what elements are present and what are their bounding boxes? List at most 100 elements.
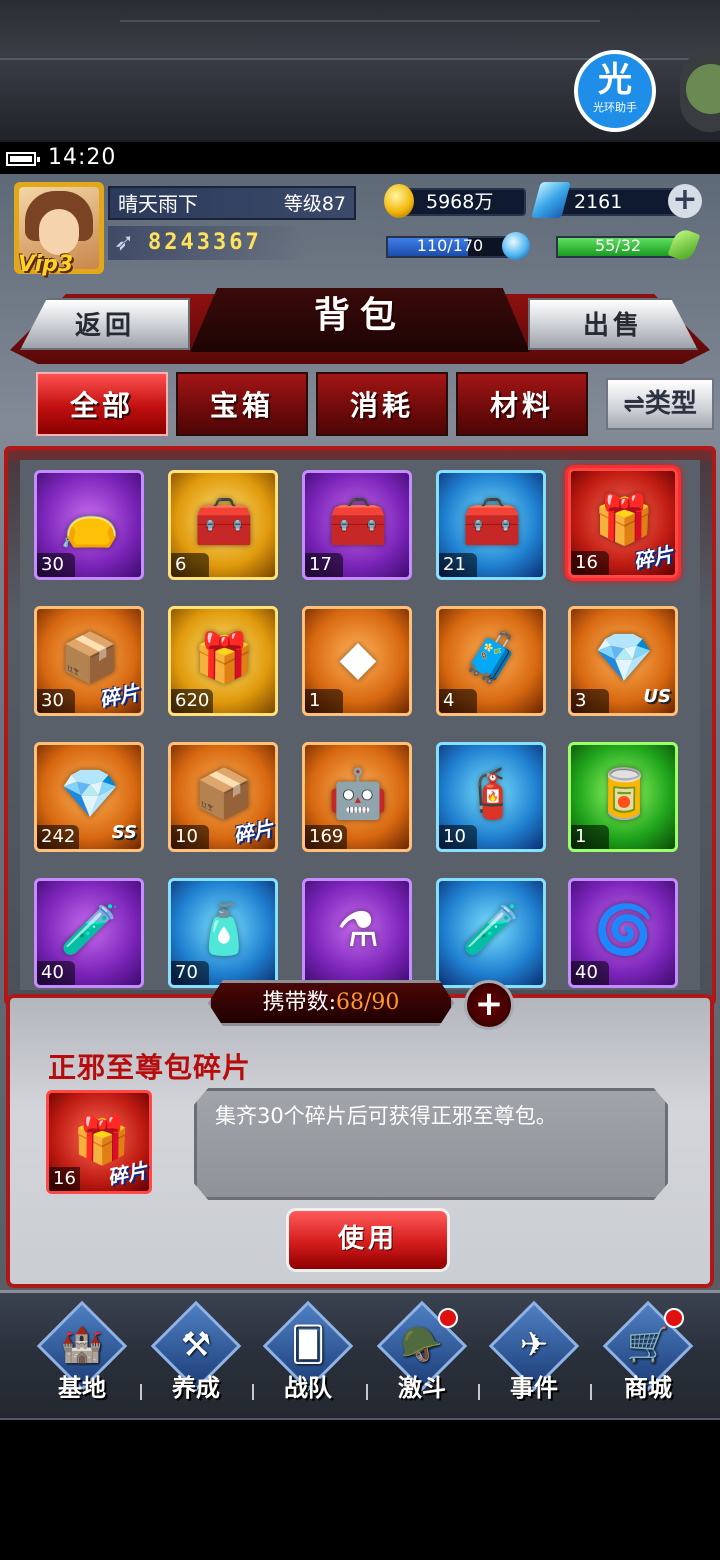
helper-assistant-button[interactable]: 光 光环助手 [574,50,656,132]
inventory-grid[interactable]: 👝 30 🧰 6 🧰 17 🧰 21 🎁 16 碎片 📦 30 碎片 🎁 620… [20,460,700,990]
wing-power-icon: ➶ [114,228,135,256]
item-slot[interactable]: 🎁 620 [168,606,278,716]
type-filter-button[interactable]: ⇌类型 [606,378,714,430]
blue-flask-icon: ⚗ [336,902,380,958]
selected-item-icon: 🎁 16 碎片 [46,1090,152,1194]
item-slot[interactable]: 📦 10 碎片 [168,742,278,852]
item-count: 4 [439,689,477,713]
silver-chest-icon: 🧰 [328,494,388,550]
item-slot[interactable]: 🥫 1 [568,742,678,852]
item-slot[interactable]: 📦 30 碎片 [34,606,144,716]
item-count: 3 [571,689,609,713]
gold-value: 5968万 [426,191,494,213]
item-slot[interactable]: 🧪 40 [34,878,144,988]
item-slot[interactable]: 🧳 4 [436,606,546,716]
item-count: 1 [305,689,343,713]
item-slot[interactable]: 🌀 40 [568,878,678,988]
floating-side-widget[interactable] [680,50,720,132]
stamina-value: 55/32 [594,236,642,255]
item-count: 16 [49,1167,80,1191]
helper-label: 光环助手 [593,101,637,114]
item-count: 30 [37,689,75,713]
item-count: 620 [171,689,214,713]
player-level: 等级87 [283,193,346,215]
item-slot[interactable]: 🧰 21 [436,470,546,580]
item-count: 21 [439,553,477,577]
page-title: 背包 [313,295,406,336]
item-slot-selected[interactable]: 🎁 16 碎片 [568,468,678,578]
nav-label: 激斗 [398,1374,446,1402]
green-vial-icon: 🧴 [194,902,254,958]
nav-shop[interactable]: 🛒 商城 [598,1300,698,1418]
grade-tag: US [643,686,671,707]
event-icon: ✈ [519,1325,549,1365]
vip-badge: Vip3 [18,252,74,277]
item-description-box: 集齐30个碎片后可获得正邪至尊包。 [194,1088,668,1200]
item-slot[interactable]: 💎 242 SS [34,742,144,852]
team-icon: 🂠 [290,1325,326,1365]
sell-button[interactable]: 出售 [528,298,698,350]
item-count: 16 [571,551,609,575]
item-count: 242 [37,825,80,849]
tab-material[interactable]: 材料 [456,372,588,436]
nav-label: 养成 [172,1374,220,1402]
tab-consumable[interactable]: 消耗 [316,372,448,436]
item-slot[interactable]: ◆ 1 [302,606,412,716]
nav-battle[interactable]: 🪖 激斗 [372,1300,472,1418]
notification-badge [664,1308,684,1328]
item-slot[interactable]: 👝 30 [34,470,144,580]
item-count: 6 [171,553,209,577]
nav-train[interactable]: ⚒ 养成 [146,1300,246,1418]
item-slot[interactable]: 🤖 169 [302,742,412,852]
item-slot[interactable]: 🧰 17 [302,470,412,580]
robot-head-icon: 🤖 [328,766,388,822]
tab-all[interactable]: 全部 [36,372,168,436]
base-icon: 🏰 [60,1325,104,1365]
nav-label: 事件 [510,1374,558,1402]
item-slot[interactable]: 🧴 70 [168,878,278,988]
item-name: 正邪至尊包碎片 [48,1051,252,1084]
bronze-chest-icon: 🧰 [462,494,522,550]
back-button[interactable]: 返回 [20,298,190,350]
gold-chest-icon: 🧰 [194,494,254,550]
use-item-button[interactable]: 使用 [286,1208,450,1272]
battle-icon: 🪖 [400,1325,444,1365]
item-count: 1 [571,825,609,849]
add-gems-button[interactable]: + [668,184,702,218]
item-count: 17 [305,553,343,577]
purple-box-icon: 🧳 [462,630,522,686]
nav-team[interactable]: 🂠 战队 [258,1300,358,1418]
green-potion-icon: 🧪 [60,902,120,958]
stamina-bar: 55/32 [556,236,680,258]
item-slot[interactable]: 🧪 [436,878,546,988]
item-count: 70 [171,961,209,985]
shop-cart-icon: 🛒 [626,1325,670,1365]
item-slot[interactable]: 🧯 10 [436,742,546,852]
nav-divider [478,1384,480,1400]
nav-divider [252,1384,254,1400]
item-count: 40 [571,961,609,985]
energy-orb-icon[interactable] [502,232,530,260]
item-description: 集齐30个碎片后可获得正邪至尊包。 [215,1104,557,1128]
nav-base[interactable]: 🏰 基地 [32,1300,132,1418]
gold-coin-icon [384,184,414,218]
power-value: 8243367 [148,230,262,255]
swirl-bottle-icon: 🌀 [594,902,654,958]
helper-logo-text: 光 [598,60,632,100]
item-count: 30 [37,553,75,577]
gift-box-icon: 🎁 [194,630,254,686]
item-slot[interactable]: ⚗ [302,878,412,988]
expand-capacity-button[interactable]: + [464,980,514,1030]
nav-event[interactable]: ✈ 事件 [484,1300,584,1418]
train-icon: ⚒ [180,1325,212,1365]
tab-chest[interactable]: 宝箱 [176,372,308,436]
crystal-icon: 💎 [60,766,120,822]
rune-stone-icon: ◆ [339,630,377,686]
item-count: 40 [37,961,75,985]
item-slot[interactable]: 🧰 6 [168,470,278,580]
nav-label: 战队 [284,1374,332,1402]
item-count: 10 [171,825,209,849]
item-slot[interactable]: 💎 3 US [568,606,678,716]
gold-bar: 5968万 [396,188,526,216]
nav-divider [590,1384,592,1400]
